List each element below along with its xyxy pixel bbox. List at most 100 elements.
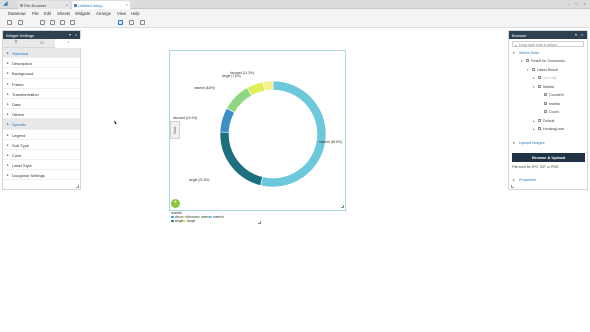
tree-item[interactable]: Count (509, 108, 587, 117)
minimize-icon[interactable]: – (566, 1, 571, 7)
panel-title: Browser (512, 33, 527, 38)
redo-icon[interactable] (18, 20, 23, 25)
chevron-down-icon[interactable]: ▾ (521, 59, 523, 63)
tree-item[interactable]: ▸ Default (509, 117, 587, 126)
settings-row[interactable]: ▸ Data (3, 99, 80, 110)
copy-icon[interactable] (50, 20, 55, 25)
settings-row-label: Others (12, 112, 25, 118)
chevron-down-icon[interactable]: ▾ (527, 68, 529, 72)
tree-item-label: Marital (543, 84, 554, 89)
close-icon[interactable]: × (66, 2, 68, 7)
settings-row-label: Frame (12, 81, 24, 87)
tree-item[interactable]: Counter0 (509, 91, 587, 100)
tab-label: Untitled Infog... (78, 3, 105, 8)
delete-icon[interactable] (70, 20, 75, 25)
settings-row[interactable]: ▸ Legend (3, 130, 80, 140)
chevron-right-icon: ▸ (7, 163, 9, 168)
chart-slice-married[interactable] (260, 80, 327, 188)
settings-row[interactable]: ▸ Specific (3, 119, 80, 130)
slice-label: married (53.8%) (319, 140, 342, 144)
close-panel-icon[interactable]: × (75, 32, 77, 37)
data-search-input[interactable]: ⌕ Drag data onto a widget (512, 41, 584, 48)
tree-item-label: marital (549, 101, 560, 106)
settings-row[interactable]: ▸ Sub-Type (3, 140, 80, 150)
settings-row[interactable]: ▸ Background (3, 68, 80, 79)
select-tool-icon[interactable] (118, 20, 123, 25)
settings-row[interactable]: ▸ Standard (3, 48, 80, 59)
field-icon (544, 101, 547, 105)
settings-row[interactable]: ▸ Description (3, 58, 80, 69)
menu-arrange[interactable]: Arrange (96, 11, 111, 16)
legend-item[interactable]: single (171, 219, 183, 223)
browse-upload-button[interactable]: Browse & Upload (512, 153, 585, 162)
menu-file[interactable]: File (32, 11, 39, 16)
settings-list: ▸ Standard ▸ Description ▸ Background ▸ Frame ▸ T… (3, 48, 80, 181)
settings-row[interactable]: ▸ Doughnut Settings (3, 170, 80, 181)
chart-slice-married[interactable] (226, 87, 252, 113)
chevron-down-icon[interactable]: ▾ (533, 85, 535, 89)
tree-item-label: Default (543, 118, 555, 123)
settings-row[interactable]: ▸ Others (3, 109, 80, 120)
close-window-icon[interactable]: × (582, 1, 587, 7)
chevron-right-icon[interactable]: ▸ (533, 127, 535, 131)
hand-tool-icon[interactable] (129, 20, 134, 25)
upload-images-section[interactable]: ▾ Upload Images (509, 139, 587, 147)
widget-resize-handle[interactable] (341, 205, 344, 208)
properties-section[interactable]: ▸ Properties (509, 176, 587, 184)
slice-label: single (21.8%) (189, 178, 209, 182)
chart-slice-divorced[interactable] (219, 107, 235, 133)
tree-item[interactable]: ▾ Result for Successful (509, 57, 587, 66)
settings-row-label: Legend (12, 132, 26, 138)
menu-view[interactable]: View (117, 11, 126, 16)
chart-settings-icon[interactable]: ◔ (55, 39, 81, 48)
tree-item[interactable]: marital (509, 100, 587, 109)
close-icon[interactable]: × (126, 2, 128, 7)
chart-legend[interactable]: marital divorced divorced married married s… (171, 211, 263, 225)
maximize-icon[interactable]: □ (574, 1, 579, 7)
panel-header: Browser ▾ × (509, 31, 587, 39)
undo-icon[interactable] (7, 20, 12, 25)
chart-slice-divorced[interactable] (262, 80, 274, 92)
chevron-right-icon[interactable]: ▸ (533, 76, 535, 80)
close-panel-icon[interactable]: × (581, 32, 583, 37)
add-widget-button[interactable]: + (171, 199, 180, 208)
column-icon (538, 84, 541, 88)
menu-widgets[interactable]: Widgets (75, 11, 90, 16)
settings-row[interactable]: ▸ Frame (3, 79, 80, 89)
tab-file-browser[interactable]: File Browser × (18, 1, 70, 9)
menu-edit[interactable]: Edit (44, 11, 51, 16)
tree-item[interactable]: ▾ Latest Result (509, 66, 587, 75)
menu-sheets[interactable]: Sheets (57, 11, 70, 16)
settings-row[interactable]: ▸ Transformation (3, 89, 80, 99)
slice-label: divorced (10.4%) (173, 116, 197, 120)
resize-handle[interactable] (76, 185, 79, 188)
menu-help[interactable]: Help (131, 11, 140, 16)
tree-item-label: Count (549, 110, 559, 114)
chart-slice-single[interactable] (219, 131, 263, 186)
select-data-section[interactable]: ▾ Select Data (509, 49, 587, 57)
paste-icon[interactable] (60, 20, 65, 25)
chart-widget[interactable]: Data married (53.8%) single (21.8%) divorc… (169, 50, 346, 211)
cut-icon[interactable] (40, 20, 45, 25)
tree-item-label: Result for Successful (531, 59, 565, 63)
toolbar (0, 18, 590, 28)
resize-handle[interactable] (511, 185, 514, 188)
tab-bar: ◢ File Browser × Untitled Infog... × – □… (0, 0, 590, 9)
legend-item[interactable]: single (183, 219, 195, 223)
legend-resize-handle[interactable] (258, 221, 261, 224)
tree-item[interactable]: ▾ Marital (509, 83, 587, 92)
menu-datamaw[interactable]: Datamaw (8, 11, 26, 16)
tab-untitled-infographic[interactable]: Untitled Infog... × (72, 1, 130, 9)
settings-row[interactable]: ▸ Color (3, 150, 80, 161)
image-icon[interactable]: ▭ (29, 39, 55, 48)
minimize-panel-icon[interactable]: ▾ (575, 32, 577, 37)
tree-item[interactable]: ▸ Item Age (509, 74, 587, 83)
zoom-tool-icon[interactable] (140, 20, 145, 25)
tree-item[interactable]: ▸ HousingLoan (509, 125, 587, 134)
slice-label: divorced (11.3%) (230, 71, 254, 75)
settings-row[interactable]: ▸ Label Style (3, 160, 80, 171)
minimize-panel-icon[interactable]: ▾ (69, 32, 71, 37)
chevron-right-icon: ▸ (7, 51, 9, 55)
text-icon[interactable]: T (3, 39, 29, 48)
chevron-right-icon[interactable]: ▸ (533, 119, 535, 123)
